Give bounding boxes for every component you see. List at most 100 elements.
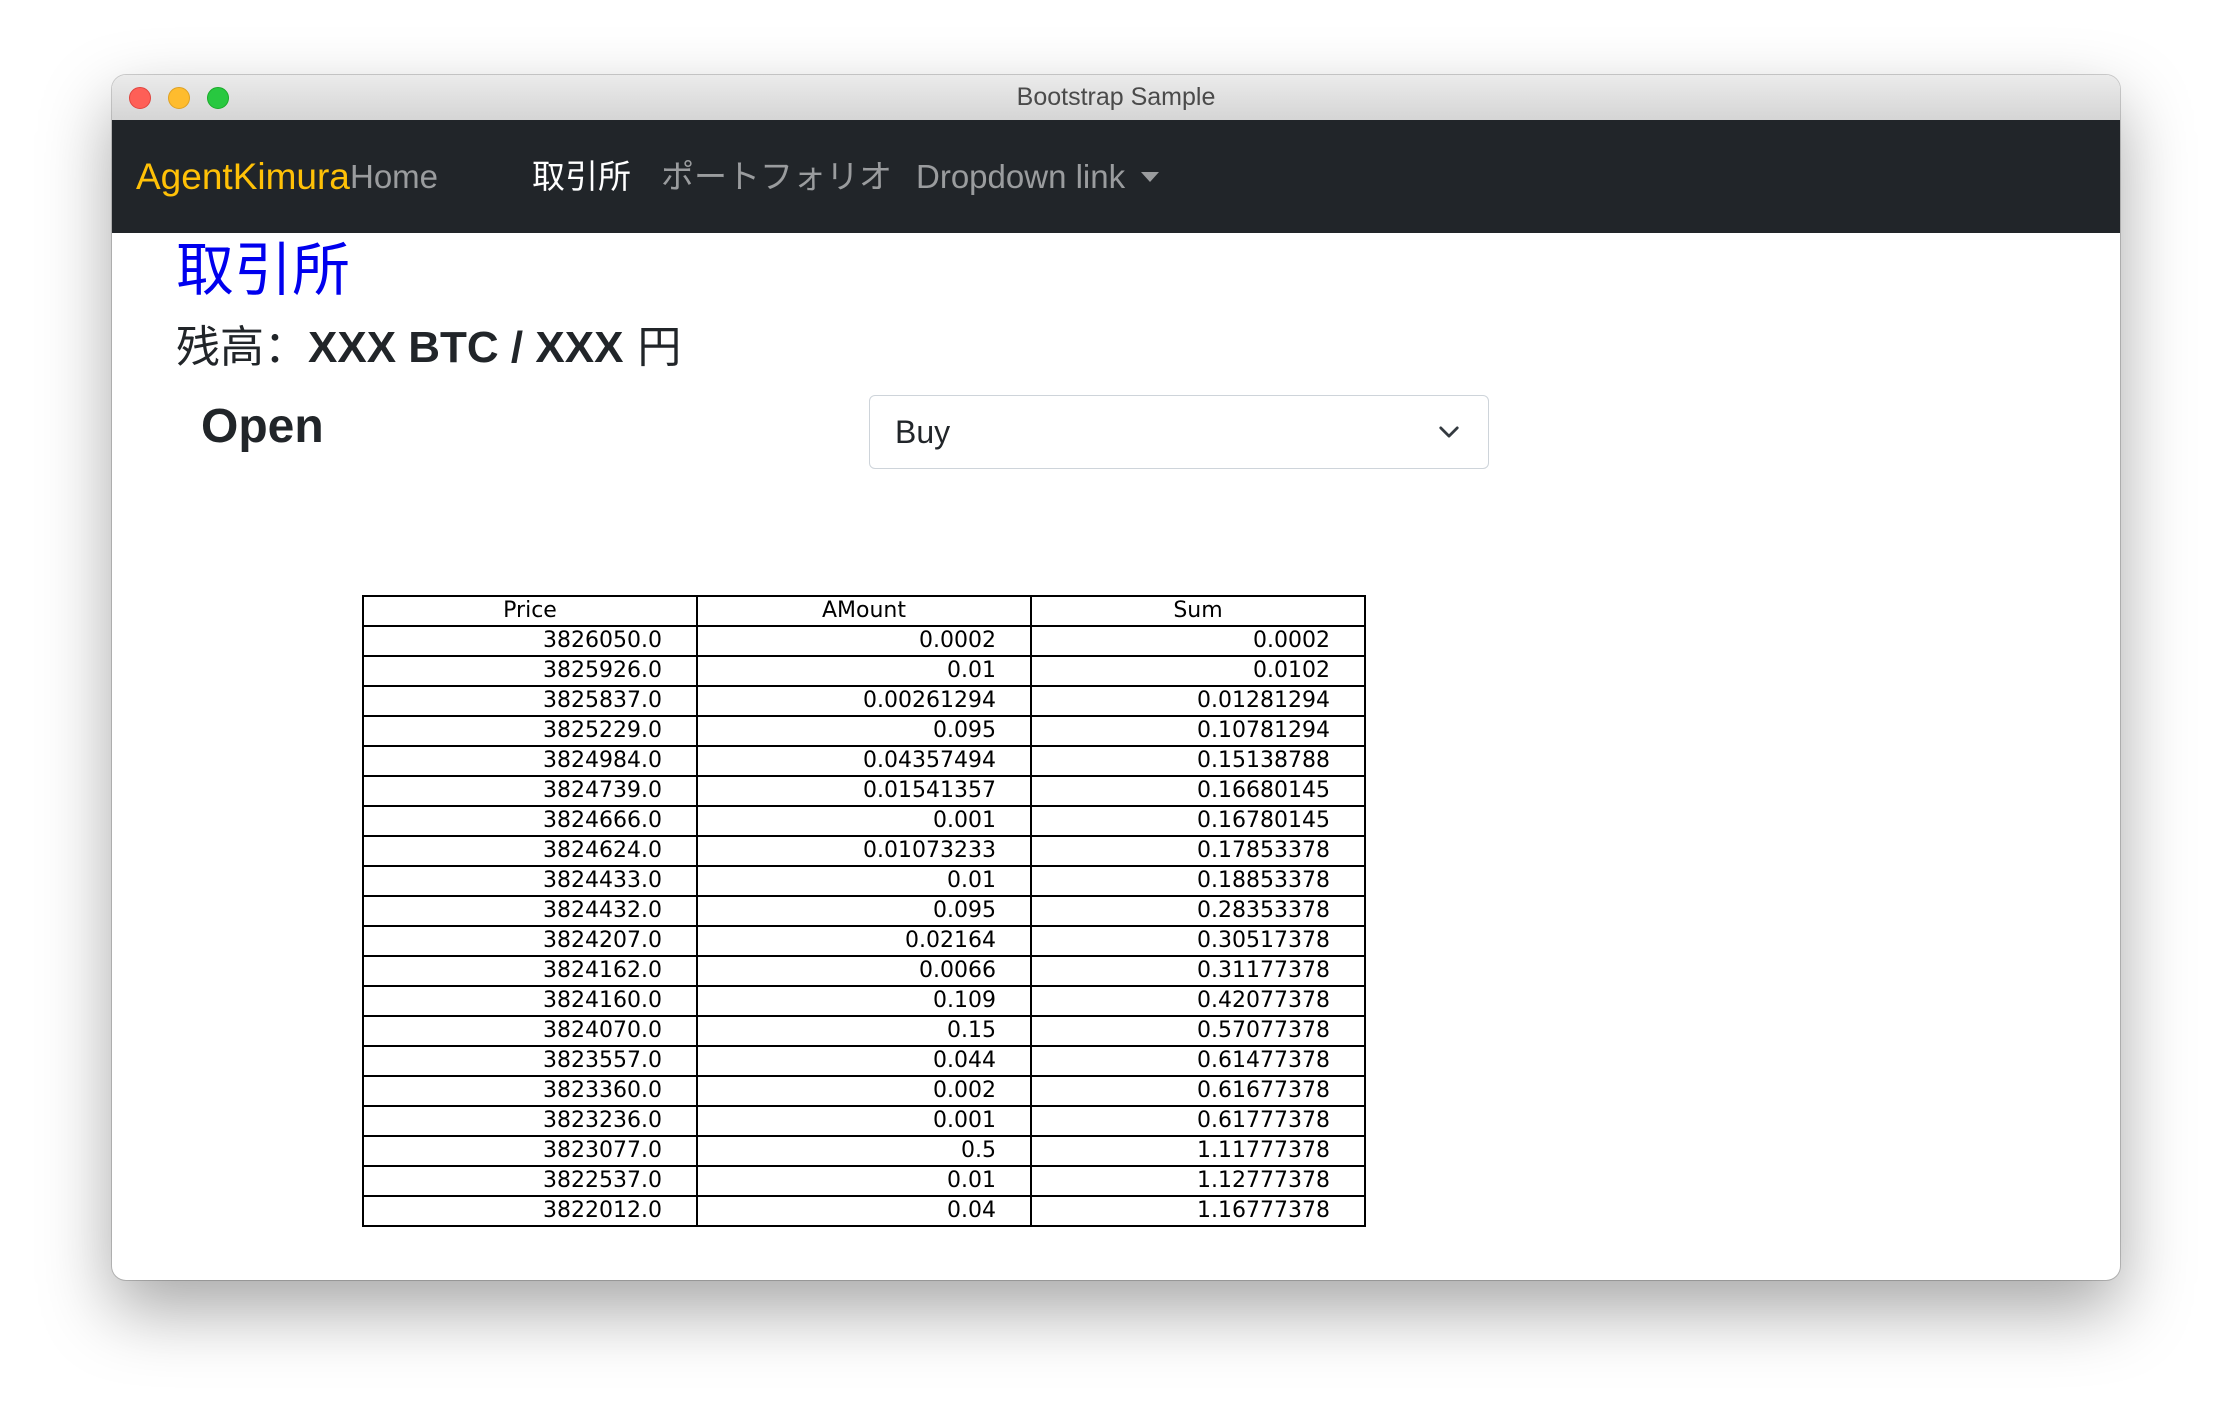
cell-price: 3823360.0 bbox=[362, 1075, 698, 1107]
cell-sum: 0.18853378 bbox=[1030, 865, 1366, 897]
cell-sum: 0.61777378 bbox=[1030, 1105, 1366, 1137]
cell-sum: 0.16680145 bbox=[1030, 775, 1366, 807]
open-orders-label: Open bbox=[201, 400, 324, 453]
cell-price: 3824739.0 bbox=[362, 775, 698, 807]
cell-sum: 0.30517378 bbox=[1030, 925, 1366, 957]
orderbook-image: Price AMount Sum 3826050.0 0.0002 0.0002 38… bbox=[362, 595, 1366, 1227]
table-row: 3822012.0 0.04 1.16777378 bbox=[362, 1195, 1366, 1227]
table-row: 3824070.0 0.15 0.57077378 bbox=[362, 1015, 1366, 1047]
cell-sum: 0.31177378 bbox=[1030, 955, 1366, 987]
nav-item-exchange[interactable]: 取引所 bbox=[532, 120, 631, 233]
cell-price: 3823557.0 bbox=[362, 1045, 698, 1077]
cell-amount: 0.01 bbox=[696, 865, 1032, 897]
table-row: 3826050.0 0.0002 0.0002 bbox=[362, 625, 1366, 657]
nav-dropdown-label: Dropdown link bbox=[916, 158, 1126, 195]
nav-item-portfolio[interactable]: ポートフォリオ bbox=[661, 120, 892, 233]
cell-price: 3822012.0 bbox=[362, 1195, 698, 1227]
navbar-brand[interactable]: AgentKimura bbox=[136, 120, 350, 233]
table-row: 3824624.0 0.01073233 0.17853378 bbox=[362, 835, 1366, 867]
cell-sum: 0.16780145 bbox=[1030, 805, 1366, 837]
table-header-row: Price AMount Sum bbox=[362, 595, 1366, 627]
cell-price: 3822537.0 bbox=[362, 1165, 698, 1197]
cell-amount: 0.04357494 bbox=[696, 745, 1032, 777]
cell-amount: 0.00261294 bbox=[696, 685, 1032, 717]
cell-amount: 0.5 bbox=[696, 1135, 1032, 1167]
cell-amount: 0.01 bbox=[696, 1165, 1032, 1197]
cell-price: 3824433.0 bbox=[362, 865, 698, 897]
column-header-price: Price bbox=[362, 595, 698, 627]
cell-sum: 0.42077378 bbox=[1030, 985, 1366, 1017]
table-row: 3824162.0 0.0066 0.31177378 bbox=[362, 955, 1366, 987]
cell-sum: 0.17853378 bbox=[1030, 835, 1366, 867]
balance-label: 残高： bbox=[176, 322, 308, 373]
table-row: 3824984.0 0.04357494 0.15138788 bbox=[362, 745, 1366, 777]
cell-sum: 0.0002 bbox=[1030, 625, 1366, 657]
cell-price: 3824207.0 bbox=[362, 925, 698, 957]
table-row: 3823236.0 0.001 0.61777378 bbox=[362, 1105, 1366, 1137]
table-row: 3824666.0 0.001 0.16780145 bbox=[362, 805, 1366, 837]
window-title: Bootstrap Sample bbox=[1016, 83, 1216, 111]
balance-line: 残高：XXX BTC / XXX 円 bbox=[176, 318, 681, 378]
cell-price: 3823077.0 bbox=[362, 1135, 698, 1167]
table-row: 3823360.0 0.002 0.61677378 bbox=[362, 1075, 1366, 1107]
cell-amount: 0.04 bbox=[696, 1195, 1032, 1227]
cell-amount: 0.01 bbox=[696, 655, 1032, 687]
table-row: 3824433.0 0.01 0.18853378 bbox=[362, 865, 1366, 897]
column-header-amount: AMount bbox=[696, 595, 1032, 627]
table-row: 3824160.0 0.109 0.42077378 bbox=[362, 985, 1366, 1017]
cell-price: 3824070.0 bbox=[362, 1015, 698, 1047]
nav-item-home[interactable]: Home bbox=[350, 120, 438, 233]
orderbook-table: Price AMount Sum 3826050.0 0.0002 0.0002 38… bbox=[362, 595, 1366, 1227]
balance-value: XXX BTC / XXX bbox=[308, 323, 624, 372]
caret-down-icon bbox=[1141, 172, 1160, 182]
table-row: 3825926.0 0.01 0.0102 bbox=[362, 655, 1366, 687]
cell-amount: 0.01073233 bbox=[696, 835, 1032, 867]
table-row: 3824739.0 0.01541357 0.16680145 bbox=[362, 775, 1366, 807]
cell-amount: 0.01541357 bbox=[696, 775, 1032, 807]
cell-price: 3824624.0 bbox=[362, 835, 698, 867]
chevron-down-icon bbox=[1439, 426, 1459, 438]
cell-amount: 0.02164 bbox=[696, 925, 1032, 957]
cell-price: 3824666.0 bbox=[362, 805, 698, 837]
table-row: 3823557.0 0.044 0.61477378 bbox=[362, 1045, 1366, 1077]
cell-sum: 0.57077378 bbox=[1030, 1015, 1366, 1047]
orderbook-rows: 3826050.0 0.0002 0.0002 3825926.0 0.01 0.0102… bbox=[362, 625, 1366, 1227]
cell-amount: 0.15 bbox=[696, 1015, 1032, 1047]
cell-amount: 0.109 bbox=[696, 985, 1032, 1017]
cell-amount: 0.044 bbox=[696, 1045, 1032, 1077]
balance-currency: 円 bbox=[637, 322, 682, 373]
order-side-selected: Buy bbox=[895, 414, 951, 450]
cell-sum: 1.16777378 bbox=[1030, 1195, 1366, 1227]
cell-amount: 0.001 bbox=[696, 805, 1032, 837]
cell-sum: 0.61477378 bbox=[1030, 1045, 1366, 1077]
cell-sum: 0.10781294 bbox=[1030, 715, 1366, 747]
cell-price: 3824160.0 bbox=[362, 985, 698, 1017]
table-row: 3825229.0 0.095 0.10781294 bbox=[362, 715, 1366, 747]
order-side-select[interactable]: Buy bbox=[869, 395, 1489, 469]
browser-window: Bootstrap Sample AgentKimura Home 取引所 ポー… bbox=[112, 75, 2120, 1280]
window-titlebar: Bootstrap Sample bbox=[112, 75, 2120, 121]
cell-price: 3825229.0 bbox=[362, 715, 698, 747]
cell-sum: 0.01281294 bbox=[1030, 685, 1366, 717]
cell-sum: 0.61677378 bbox=[1030, 1075, 1366, 1107]
table-row: 3823077.0 0.5 1.11777378 bbox=[362, 1135, 1366, 1167]
cell-price: 3824432.0 bbox=[362, 895, 698, 927]
table-row: 3824207.0 0.02164 0.30517378 bbox=[362, 925, 1366, 957]
cell-amount: 0.001 bbox=[696, 1105, 1032, 1137]
cell-amount: 0.0066 bbox=[696, 955, 1032, 987]
cell-price: 3825837.0 bbox=[362, 685, 698, 717]
cell-price: 3824162.0 bbox=[362, 955, 698, 987]
cell-amount: 0.002 bbox=[696, 1075, 1032, 1107]
table-row: 3824432.0 0.095 0.28353378 bbox=[362, 895, 1366, 927]
cell-price: 3823236.0 bbox=[362, 1105, 698, 1137]
cell-amount: 0.0002 bbox=[696, 625, 1032, 657]
navbar: AgentKimura Home 取引所 ポートフォリオ Dropdown li… bbox=[112, 120, 2120, 233]
cell-amount: 0.095 bbox=[696, 895, 1032, 927]
cell-price: 3824984.0 bbox=[362, 745, 698, 777]
nav-item-dropdown[interactable]: Dropdown link bbox=[916, 120, 1160, 233]
cell-sum: 0.15138788 bbox=[1030, 745, 1366, 777]
table-row: 3825837.0 0.00261294 0.01281294 bbox=[362, 685, 1366, 717]
column-header-sum: Sum bbox=[1030, 595, 1366, 627]
cell-price: 3826050.0 bbox=[362, 625, 698, 657]
table-row: 3822537.0 0.01 1.12777378 bbox=[362, 1165, 1366, 1197]
